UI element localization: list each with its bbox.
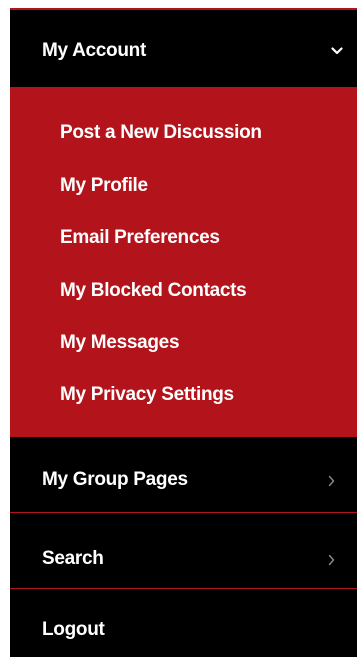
logout-label: Logout — [42, 619, 105, 640]
my-account-toggle[interactable]: My Account — [10, 10, 357, 87]
my-account-label: My Account — [42, 40, 146, 61]
menu-item-search[interactable]: Search — [10, 513, 357, 588]
submenu-item-my-privacy-settings[interactable]: My Privacy Settings — [60, 384, 234, 406]
submenu-item-my-profile[interactable]: My Profile — [60, 175, 148, 197]
submenu-item-my-blocked-contacts[interactable]: My Blocked Contacts — [60, 280, 247, 302]
menu-item-logout[interactable]: Logout — [10, 589, 357, 657]
chevron-down-icon — [331, 47, 343, 55]
my-account-submenu: Post a New Discussion My Profile Email P… — [10, 87, 357, 437]
my-group-pages-label: My Group Pages — [42, 469, 188, 490]
account-menu: My Account Post a New Discussion My Prof… — [10, 8, 357, 657]
submenu-item-email-preferences[interactable]: Email Preferences — [60, 227, 220, 249]
search-label: Search — [42, 548, 104, 569]
chevron-right-icon — [328, 475, 335, 487]
menu-item-my-group-pages[interactable]: My Group Pages — [10, 437, 357, 520]
submenu-item-my-messages[interactable]: My Messages — [60, 332, 180, 354]
chevron-right-icon — [328, 554, 335, 566]
submenu-item-post-new-discussion[interactable]: Post a New Discussion — [60, 122, 262, 144]
